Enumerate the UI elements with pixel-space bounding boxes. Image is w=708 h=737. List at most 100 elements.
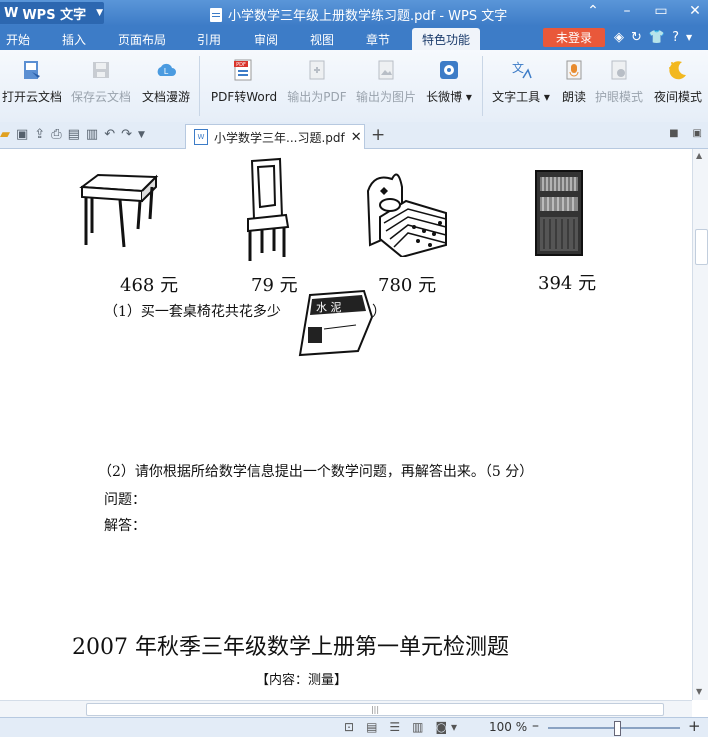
tab-strip-icons: ■ ▣ (669, 128, 702, 139)
chair-illustration (247, 157, 290, 261)
export-image-button[interactable]: 输出为图片 (354, 58, 418, 116)
export-pdf-button[interactable]: 输出为PDF (286, 58, 348, 116)
long-weibo-button[interactable]: 长微博 ▾ (424, 58, 474, 116)
tab-references[interactable]: 引用 (197, 31, 221, 48)
tab-start[interactable]: 开始 (6, 31, 30, 48)
login-button[interactable]: 未登录 (543, 28, 605, 47)
horizontal-scrollbar[interactable]: ||| (0, 700, 692, 718)
text-tools-button[interactable]: 文 文字工具 ▾ (490, 58, 552, 116)
eye-mode-button[interactable]: 护眼模式 (593, 58, 645, 116)
export-pdf-icon (309, 60, 325, 80)
minimize-icon[interactable]: – (618, 3, 636, 19)
zoom-slider-handle[interactable] (614, 721, 621, 736)
pdf-to-word-button[interactable]: PDF PDF转Word (208, 58, 280, 116)
help-icon[interactable]: ? (672, 30, 679, 45)
answer-label: 解答： (104, 518, 146, 534)
doc-roam-button[interactable]: L 文档漫游 (140, 58, 192, 116)
customize-toolbar-icon[interactable]: ▼ (138, 130, 145, 142)
shirt-icon[interactable]: 👕 (649, 30, 665, 45)
price-bookshelf: 394 元 (538, 273, 597, 294)
ribbon: 打开云文档 保存云文档 L 文档漫游 PDF PDF转Word 输出为PDF 输… (0, 50, 708, 123)
cement-bag-illustration: 水 泥 (298, 289, 374, 357)
night-mode-button[interactable]: 夜间模式 (651, 58, 705, 116)
scroll-up-icon[interactable]: ▲ (696, 151, 702, 160)
document-tab-name: 小学数学三年...习题.pdf (214, 130, 345, 145)
vertical-scrollbar[interactable]: ▲ ▼ (692, 149, 708, 700)
question-label: 问题： (104, 492, 146, 508)
ribbon-separator (482, 56, 483, 116)
tab-options-icon[interactable]: ▣ (693, 128, 702, 139)
scroll-down-icon[interactable]: ▼ (696, 687, 702, 696)
maximize-icon[interactable]: ▭ (652, 3, 670, 19)
microphone-icon (566, 60, 582, 80)
status-bar: ⊡ ▤ ☰ ▥ ◙ ▾ 100 % – + (0, 717, 708, 737)
wps-logo-icon: W (4, 5, 19, 21)
quick-icons: ▰ ▣ ⇪ ⎙ ▤ ▥ ↶ ↷ ▼ (0, 127, 145, 142)
zoom-level: 100 % (489, 720, 528, 734)
outline-view-icon[interactable]: ☰ (389, 720, 400, 734)
vertical-scroll-thumb[interactable] (695, 229, 708, 265)
open-folder-icon[interactable]: ▰ (0, 127, 10, 142)
desk-illustration (79, 173, 159, 248)
collapse-ribbon-icon[interactable]: ⌃ (584, 3, 602, 19)
menu-right-icons: ◈ ↻ 👕 ? ▼ (614, 30, 692, 45)
export-icon[interactable]: ⇪ (34, 127, 45, 142)
preview-icon[interactable]: ▥ (86, 127, 98, 142)
ribbon-separator (199, 56, 200, 116)
tab-special-features[interactable]: 特色功能 (412, 28, 481, 50)
svg-text:L: L (164, 67, 169, 76)
zoom-out-icon[interactable]: – (532, 718, 539, 734)
sync-icon[interactable]: ↻ (631, 30, 642, 45)
page-view-icon[interactable]: ▤ (366, 720, 377, 734)
read-aloud-button[interactable]: 朗读 (558, 58, 590, 116)
fit-page-icon[interactable]: ⊡ (344, 720, 354, 734)
web-view-icon[interactable]: ▥ (412, 720, 423, 734)
pdf-convert-icon: PDF (234, 59, 252, 81)
tab-list-icon[interactable]: ■ (669, 128, 678, 139)
section-title: 2007 年秋季三年级数学上册第一单元检测题 (72, 635, 509, 660)
save-icon[interactable]: ▣ (16, 127, 28, 142)
print-icon[interactable]: ⎙ (51, 127, 61, 142)
tab-chapter[interactable]: 章节 (366, 31, 390, 48)
close-tab-icon[interactable]: ✕ (351, 130, 362, 145)
question-2-text: （2）请你根据所给数学信息提出一个数学问题，再解答出来。（5 分） (98, 464, 534, 480)
close-icon[interactable]: ✕ (686, 3, 704, 19)
eye-protection-icon (611, 60, 627, 80)
undo-icon[interactable]: ↶ (104, 127, 115, 142)
moon-icon (669, 61, 686, 80)
horizontal-scroll-thumb[interactable]: ||| (86, 703, 664, 716)
print-preview-icon[interactable]: ▤ (68, 127, 80, 142)
price-desk: 468 元 (120, 275, 179, 296)
document-page[interactable]: 468 元 79 元 780 元 394 元 （1）买一套桌椅花共花多少 ） 水… (0, 149, 692, 700)
text-tools-icon: 文 (512, 60, 532, 79)
chevron-down-icon: ▼ (96, 8, 104, 18)
price-bed: 780 元 (378, 275, 437, 296)
chevron-down-icon[interactable]: ▼ (686, 33, 692, 45)
export-image-icon (378, 60, 394, 80)
save-cloud-icon (93, 62, 109, 78)
tab-insert[interactable]: 插入 (62, 31, 86, 48)
open-cloud-doc-button[interactable]: 打开云文档 (2, 58, 62, 116)
zoom-in-icon[interactable]: + (688, 717, 701, 735)
svg-text:文: 文 (512, 60, 524, 75)
reading-mode-icon[interactable]: ◙ ▾ (436, 720, 457, 734)
long-weibo-label: 长微博 ▾ (426, 90, 472, 104)
quick-access-toolbar: ▰ ▣ ⇪ ⎙ ▤ ▥ ↶ ↷ ▼ W 小学数学三年...习题.pdf ✕ + … (0, 122, 708, 149)
price-chair: 79 元 (251, 275, 298, 296)
redo-icon[interactable]: ↷ (121, 127, 132, 142)
skin-icon[interactable]: ◈ (614, 30, 624, 45)
window-title: 小学数学三年级上册数学练习题.pdf - WPS 文字 (210, 5, 507, 24)
cloud-open-icon (24, 61, 40, 79)
tab-page-layout[interactable]: 页面布局 (118, 31, 166, 48)
tab-view[interactable]: 视图 (310, 31, 334, 48)
tab-review[interactable]: 审阅 (254, 31, 278, 48)
bed-illustration (366, 173, 447, 257)
save-cloud-doc-button[interactable]: 保存云文档 (70, 58, 132, 116)
tab-document[interactable]: W 小学数学三年...习题.pdf ✕ (185, 124, 365, 149)
window-title-text: 小学数学三年级上册数学练习题.pdf - WPS 文字 (228, 9, 508, 24)
bookshelf-illustration (535, 170, 583, 256)
app-menu-button[interactable]: W WPS 文字 ▼ (0, 2, 104, 24)
new-tab-icon[interactable]: + (371, 125, 385, 145)
svg-text:水 泥: 水 泥 (316, 301, 342, 314)
document-icon (210, 7, 222, 22)
